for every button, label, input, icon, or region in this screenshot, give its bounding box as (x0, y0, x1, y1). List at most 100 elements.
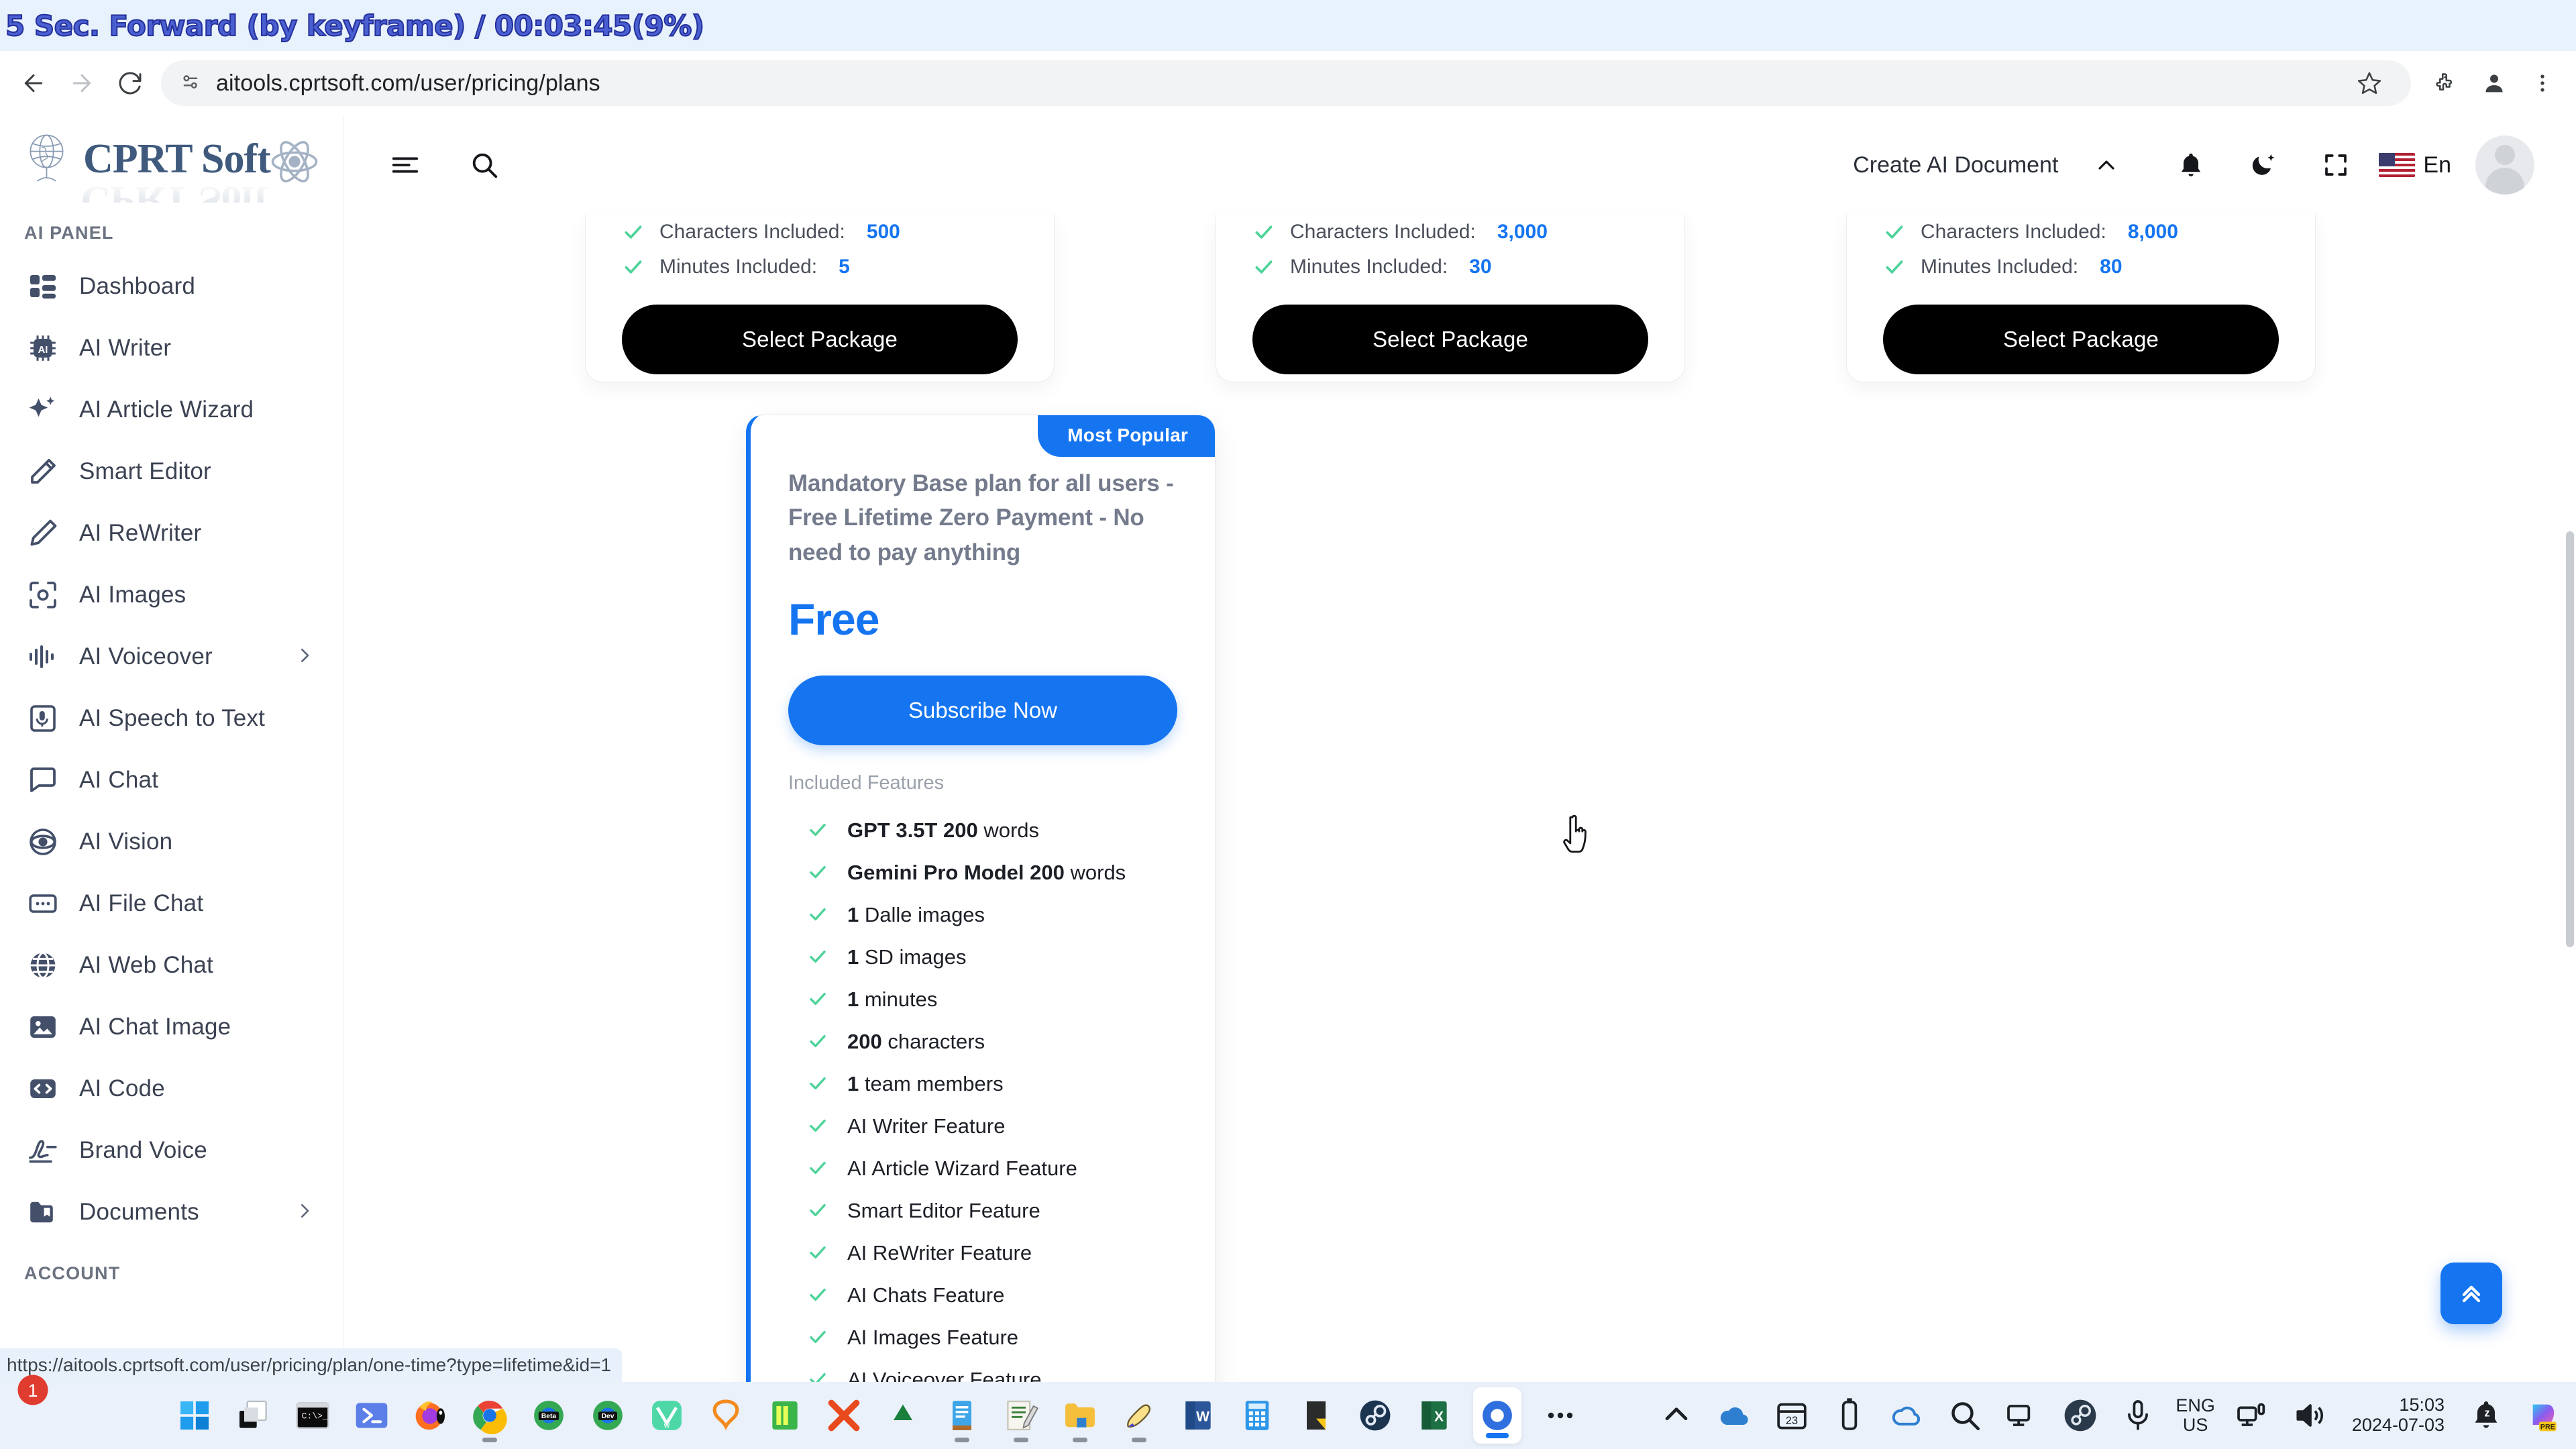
taskbar-xnview[interactable] (824, 1382, 864, 1449)
sidebar-item-label: AI Speech to Text (79, 705, 266, 731)
taskbar-chrome-canary[interactable]: w (647, 1382, 687, 1449)
taskbar-google-chrome[interactable] (470, 1382, 510, 1449)
sidebar-item-brand-voice[interactable]: Brand Voice (0, 1120, 343, 1181)
taskbar-sticky-notes[interactable] (1296, 1382, 1336, 1449)
taskbar-thunderbird[interactable] (706, 1382, 746, 1449)
svg-text:23: 23 (1786, 1415, 1798, 1427)
omnibox[interactable]: aitools.cprtsoft.com/user/pricing/plans (161, 60, 2411, 106)
taskbar-start-button[interactable] (174, 1382, 215, 1449)
taskbar-chrome-beta[interactable]: Beta (529, 1382, 569, 1449)
taskbar-task-view[interactable] (233, 1382, 274, 1449)
tray-display-switch-icon[interactable] (2002, 1382, 2043, 1449)
scrollbar-thumb[interactable] (2566, 531, 2574, 947)
sidebar-item-dashboard[interactable]: Dashboard (0, 256, 343, 317)
chevron-up-icon[interactable] (2076, 134, 2137, 196)
back-icon[interactable] (9, 59, 58, 107)
sidebar-item-ai-chat[interactable]: AI Chat (0, 749, 343, 811)
chrome-menu-icon[interactable] (2518, 59, 2567, 107)
select-package-button[interactable]: Select Package (622, 305, 1018, 374)
taskbar-text-editor[interactable] (942, 1382, 982, 1449)
notification-bell-icon[interactable] (2160, 134, 2222, 196)
profile-avatar-icon[interactable] (2470, 59, 2518, 107)
sidebar-item-ai-web-chat[interactable]: AI Web Chat (0, 934, 343, 996)
tray-calendar-icon[interactable]: 23 (1772, 1382, 1812, 1449)
sidebar-section-account: ACCOUNT (24, 1263, 121, 1283)
sidebar-item-ai-voiceover[interactable]: AI Voiceover (0, 626, 343, 688)
eye-icon (27, 826, 59, 858)
sidebar-item-smart-editor[interactable]: Smart Editor (0, 441, 343, 502)
taskbar-paint-app[interactable] (1119, 1382, 1159, 1449)
sidebar-collapse-icon[interactable] (374, 134, 436, 196)
sidebar-item-ai-chat-image[interactable]: AI Chat Image (0, 996, 343, 1058)
dark-mode-icon[interactable] (2233, 134, 2294, 196)
tray-volume-icon[interactable] (2290, 1382, 2330, 1449)
sidebar-item-ai-rewriter[interactable]: AI ReWriter (0, 502, 343, 564)
text-editor-icon (943, 1397, 981, 1434)
sidebar-item-documents[interactable]: Documents (0, 1181, 343, 1243)
search-icon[interactable] (453, 134, 515, 196)
taskbar-notepadpp[interactable] (765, 1382, 805, 1449)
notification-badge[interactable]: 1 (15, 1372, 51, 1411)
included-feature-text: 200 characters (847, 1029, 985, 1053)
chevron-right-icon[interactable] (294, 1201, 315, 1224)
select-package-button[interactable]: Select Package (1883, 305, 2279, 374)
pen-icon (27, 455, 59, 488)
chrome-beta-icon: Beta (530, 1397, 568, 1434)
tray-microphone-icon[interactable] (2118, 1382, 2158, 1449)
tray-search-icon[interactable] (1945, 1382, 1985, 1449)
tray-copilot-icon[interactable]: PRE (2524, 1382, 2564, 1449)
vertical-scrollbar[interactable] (2564, 115, 2576, 1382)
alert-badge-icon: 1 (17, 1375, 48, 1405)
sidebar-item-ai-speech-to-text[interactable]: AI Speech to Text (0, 688, 343, 749)
bookmark-star-icon[interactable] (2345, 59, 2394, 107)
taskbar-chromium-browser[interactable] (1473, 1387, 1521, 1444)
tray-steam-icon[interactable] (2060, 1382, 2100, 1449)
taskbar-anydesk[interactable] (883, 1382, 923, 1449)
taskbar-chrome-dev[interactable]: Dev (588, 1382, 628, 1449)
tray-battery-icon[interactable] (1829, 1382, 1870, 1449)
taskbar-notes-app[interactable] (1001, 1382, 1041, 1449)
taskbar-clock[interactable]: 15:03 2024-07-03 (2352, 1395, 2445, 1435)
create-ai-document-label[interactable]: Create AI Document (1853, 152, 2058, 178)
taskbar-microsoft-excel[interactable]: X (1414, 1382, 1454, 1449)
taskbar-command-prompt[interactable]: C:\>_ (292, 1382, 333, 1449)
taskbar-file-explorer[interactable] (1060, 1382, 1100, 1449)
taskbar-calculator[interactable] (1237, 1382, 1277, 1449)
taskbar-steam[interactable] (1355, 1382, 1395, 1449)
reload-icon[interactable] (106, 59, 154, 107)
tray-cloud-icon[interactable] (1887, 1382, 1927, 1449)
scroll-to-top-button[interactable] (2440, 1263, 2502, 1324)
sidebar-item-ai-code[interactable]: AI Code (0, 1058, 343, 1120)
sidebar-item-label: AI ReWriter (79, 520, 202, 546)
sidebar-item-ai-writer[interactable]: AI AI Writer (0, 317, 343, 379)
forward-icon[interactable] (58, 59, 106, 107)
taskbar-powershell[interactable] (352, 1382, 392, 1449)
tray-cast-icon[interactable] (2233, 1382, 2273, 1449)
osd-text: 5 Sec. Forward (by keyframe) / 00:03:45(… (5, 9, 705, 43)
extensions-icon[interactable] (2422, 59, 2470, 107)
sidebar-item-ai-file-chat[interactable]: AI File Chat (0, 873, 343, 934)
sidebar-item-ai-article-wizard[interactable]: AI Article Wizard (0, 379, 343, 441)
sidebar-item-ai-images[interactable]: AI Images (0, 564, 343, 626)
chevron-right-icon[interactable] (294, 645, 315, 669)
tray-onedrive-icon[interactable] (1714, 1382, 1754, 1449)
language-selector[interactable]: En (2379, 152, 2451, 178)
tray-do-not-disturb-bell-icon[interactable]: z (2466, 1382, 2506, 1449)
tray-chevron-up-icon[interactable] (1656, 1382, 1697, 1449)
subscribe-now-button[interactable]: Subscribe Now (788, 676, 1177, 746)
app-logo[interactable]: CPRT Soft CPRT Soft (0, 115, 343, 203)
taskbar-firefox[interactable] (411, 1382, 451, 1449)
site-info-icon[interactable] (178, 70, 203, 97)
included-feature-row: AI Chats Feature (788, 1274, 1177, 1316)
app-header: Create AI Document En (343, 115, 2576, 215)
fullscreen-icon[interactable] (2305, 134, 2367, 196)
keyboard-language-indicator[interactable]: ENG US (2176, 1395, 2215, 1435)
select-package-button[interactable]: Select Package (1252, 305, 1648, 374)
taskbar-overflow-menu[interactable] (1540, 1382, 1580, 1449)
taskbar-microsoft-word[interactable]: W (1178, 1382, 1218, 1449)
avatar[interactable] (2475, 136, 2534, 195)
sidebar-item-ai-vision[interactable]: AI Vision (0, 811, 343, 873)
included-feature-row: AI ReWriter Feature (788, 1232, 1177, 1274)
included-features-title: Included Features (788, 772, 945, 794)
anydesk-icon (884, 1397, 922, 1434)
